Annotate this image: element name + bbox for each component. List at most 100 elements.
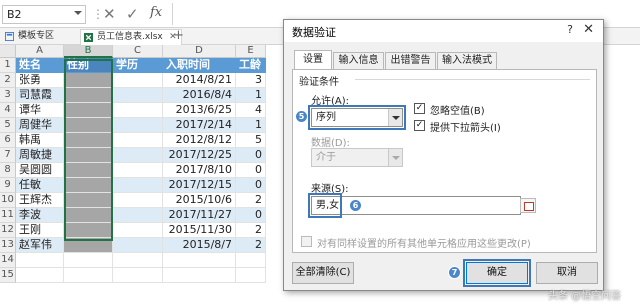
select-all-corner[interactable] <box>0 45 16 58</box>
header-cell[interactable]: 工龄 <box>236 58 266 73</box>
table-cell[interactable]: 王刚 <box>16 223 64 238</box>
range-select-icon[interactable] <box>520 198 536 213</box>
column-header-e[interactable]: E <box>236 45 266 58</box>
table-cell[interactable] <box>113 133 163 148</box>
tab-settings[interactable]: 设置 <box>294 50 332 70</box>
close-icon[interactable]: ✕ <box>583 22 594 37</box>
table-cell[interactable]: 2015/11/30 <box>163 223 236 238</box>
dropdown-arrow-checkbox[interactable]: ✓ <box>414 120 425 131</box>
row-header-14[interactable]: 14 <box>0 253 16 268</box>
tab-ime-mode[interactable]: 输入法模式 <box>437 52 497 69</box>
table-cell[interactable] <box>64 253 113 268</box>
table-cell[interactable]: 张勇 <box>16 73 64 88</box>
table-cell[interactable]: 0 <box>236 178 266 193</box>
tab-error-alert[interactable]: 出错警告 <box>385 52 436 69</box>
table-cell[interactable]: 1 <box>236 88 266 103</box>
header-cell[interactable]: 性别 <box>64 58 113 73</box>
table-cell[interactable] <box>113 163 163 178</box>
table-cell[interactable] <box>236 268 266 283</box>
table-cell[interactable] <box>113 178 163 193</box>
table-cell[interactable]: 2015/8/7 <box>163 238 236 253</box>
table-cell[interactable] <box>64 163 113 178</box>
header-cell[interactable]: 入职时间 <box>163 58 236 73</box>
table-cell[interactable] <box>64 88 113 103</box>
row-header-10[interactable]: 10 <box>0 193 16 208</box>
table-cell[interactable]: 周敏捷 <box>16 148 64 163</box>
tab-template-zone[interactable]: 模板专区 <box>2 29 54 45</box>
source-input[interactable]: 男,女 <box>311 196 536 215</box>
table-cell[interactable] <box>113 193 163 208</box>
table-cell[interactable]: 3 <box>236 73 266 88</box>
row-header-5[interactable]: 5 <box>0 118 16 133</box>
table-cell[interactable] <box>113 88 163 103</box>
tab-employee-file[interactable]: 员工信息表.xlsx ✕ <box>80 29 182 45</box>
clear-all-button[interactable]: 全部清除(C) <box>292 262 354 284</box>
ignore-blank-checkbox[interactable]: ✓ <box>414 103 425 114</box>
table-cell[interactable]: 王辉杰 <box>16 193 64 208</box>
table-cell[interactable] <box>64 148 113 163</box>
table-cell[interactable]: 2017/2/14 <box>163 118 236 133</box>
row-header-11[interactable]: 11 <box>0 208 16 223</box>
table-cell[interactable] <box>64 193 113 208</box>
table-cell[interactable]: 司慧霞 <box>16 88 64 103</box>
row-header-6[interactable]: 6 <box>0 133 16 148</box>
table-cell[interactable]: 0 <box>236 163 266 178</box>
table-cell[interactable]: 周健华 <box>16 118 64 133</box>
column-header-c[interactable]: C <box>113 45 163 58</box>
table-cell[interactable] <box>113 118 163 133</box>
table-cell[interactable]: 4 <box>236 103 266 118</box>
row-header-4[interactable]: 4 <box>0 103 16 118</box>
table-cell[interactable] <box>113 103 163 118</box>
table-cell[interactable] <box>64 178 113 193</box>
table-cell[interactable] <box>16 253 64 268</box>
table-cell[interactable] <box>16 268 64 283</box>
table-cell[interactable]: 0 <box>236 208 266 223</box>
table-cell[interactable]: 2017/8/10 <box>163 163 236 178</box>
add-tab-icon[interactable]: + <box>173 28 184 43</box>
table-cell[interactable] <box>236 253 266 268</box>
table-cell[interactable] <box>64 103 113 118</box>
table-cell[interactable] <box>113 223 163 238</box>
row-header-12[interactable]: 12 <box>0 223 16 238</box>
table-cell[interactable]: 任敏 <box>16 178 64 193</box>
header-cell[interactable]: 姓名 <box>16 58 64 73</box>
table-cell[interactable] <box>113 268 163 283</box>
table-cell[interactable] <box>64 208 113 223</box>
column-header-d[interactable]: D <box>163 45 236 58</box>
help-icon[interactable]: ? <box>567 23 573 36</box>
row-header-15[interactable]: 15 <box>0 268 16 283</box>
table-cell[interactable]: 1 <box>236 118 266 133</box>
table-cell[interactable]: 5 <box>236 133 266 148</box>
table-cell[interactable] <box>113 238 163 253</box>
row-header-13[interactable]: 13 <box>0 238 16 253</box>
cancel-button[interactable]: 取消 <box>536 262 598 284</box>
table-cell[interactable]: 吴圆圆 <box>16 163 64 178</box>
table-cell[interactable]: 2012/8/12 <box>163 133 236 148</box>
table-cell[interactable]: 2017/12/25 <box>163 148 236 163</box>
table-cell[interactable]: 赵军伟 <box>16 238 64 253</box>
row-header-3[interactable]: 3 <box>0 88 16 103</box>
table-cell[interactable]: 李波 <box>16 208 64 223</box>
table-cell[interactable] <box>163 253 236 268</box>
allow-select[interactable]: 序列 <box>311 108 403 127</box>
column-header-a[interactable]: A <box>16 45 64 58</box>
table-cell[interactable] <box>64 268 113 283</box>
tab-input-message[interactable]: 输入信息 <box>333 52 384 69</box>
ok-button[interactable]: 确定 <box>466 262 528 284</box>
table-cell[interactable]: 2016/8/4 <box>163 88 236 103</box>
table-cell[interactable]: 2 <box>236 223 266 238</box>
name-box-dropdown-icon[interactable] <box>74 11 82 15</box>
table-cell[interactable]: 2015/10/6 <box>163 193 236 208</box>
row-header-1[interactable]: 1 <box>0 58 16 73</box>
table-cell[interactable]: 0 <box>236 148 266 163</box>
row-header-2[interactable]: 2 <box>0 73 16 88</box>
table-cell[interactable]: 2 <box>236 238 266 253</box>
row-header-9[interactable]: 9 <box>0 178 16 193</box>
table-cell[interactable] <box>113 73 163 88</box>
header-cell[interactable]: 学历 <box>113 58 163 73</box>
table-cell[interactable]: 韩禹 <box>16 133 64 148</box>
insert-function-icon[interactable]: fx <box>150 5 162 20</box>
chevron-down-icon[interactable] <box>388 109 402 126</box>
table-cell[interactable] <box>64 133 113 148</box>
table-cell[interactable] <box>64 118 113 133</box>
